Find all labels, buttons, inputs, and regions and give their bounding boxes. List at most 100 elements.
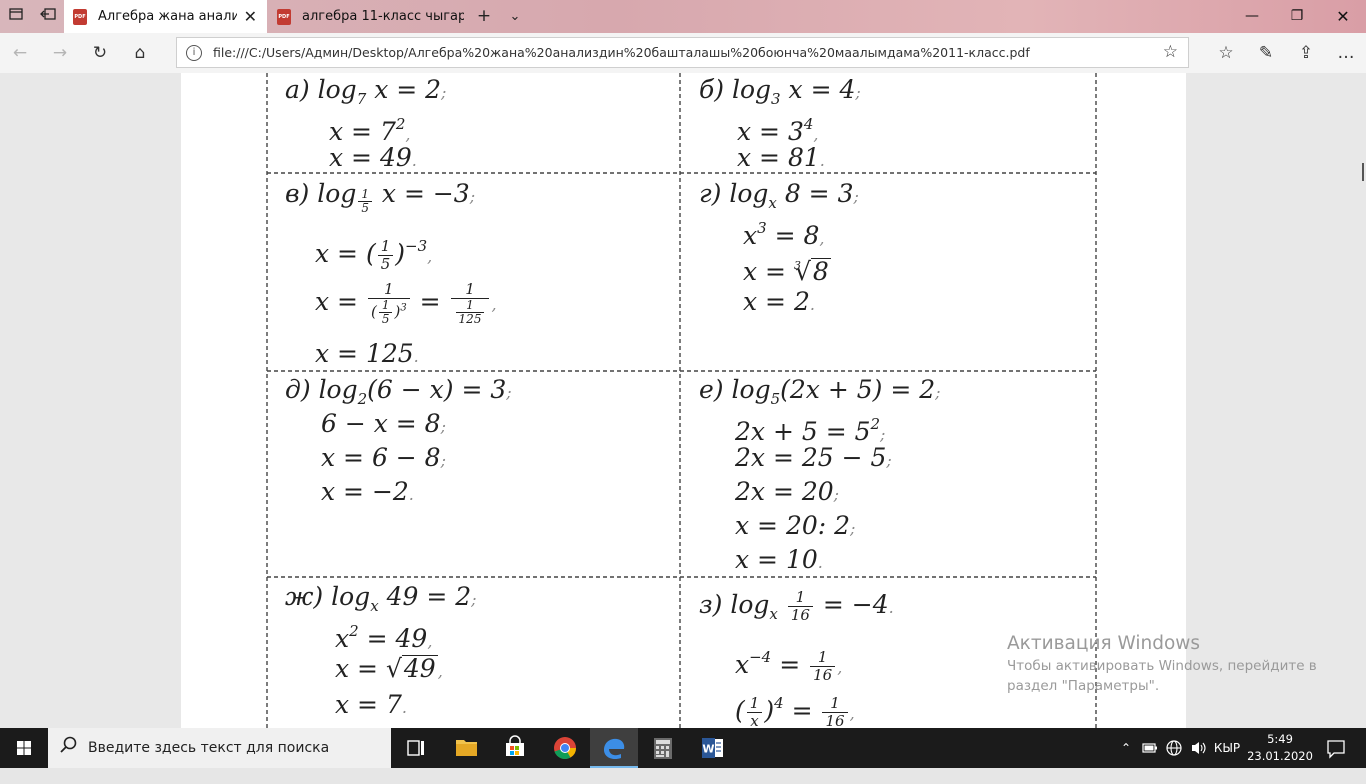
equation: x = −2 [321,477,409,506]
log-text: log [317,179,357,208]
pdf-viewer[interactable]: а) log7 x = 2; x = 72, x = 49. б) log3 x… [0,73,1366,728]
denominator: 125 [458,312,482,326]
fraction: 1 16 [787,589,813,624]
equation: = [791,696,813,725]
punct: ; [440,451,446,470]
tab-strip: PDF Алгебра жана анализ ✕ PDF алгебра 11… [0,0,1366,33]
search-input[interactable]: Введите здесь текст для поиска [48,728,391,768]
volume-icon[interactable] [1188,728,1210,768]
fraction: 1 1 125 [450,281,490,326]
info-icon[interactable]: i [186,45,202,61]
back-icon[interactable]: ← [0,33,40,73]
log-base: x [769,605,778,623]
pdf-page: а) log7 x = 2; x = 72, x = 49. б) log3 x… [181,73,1186,728]
denominator: 5 [361,201,369,215]
chevron-down-icon[interactable]: ⌄ [505,0,525,33]
star-icon[interactable]: ☆ [1163,38,1178,67]
tab-algebra-11-grade[interactable]: PDF алгебра 11-класс чыгарылыш [268,0,466,33]
punct: . [817,553,823,572]
punct: ; [506,383,512,402]
equation: x [743,221,758,250]
more-icon[interactable]: … [1326,33,1366,73]
punct: , [437,662,443,681]
punct: , [427,632,433,651]
notification-icon[interactable] [1318,728,1354,768]
folder-icon[interactable] [442,728,490,768]
close-icon[interactable]: ✕ [244,0,257,33]
favorites-icon[interactable]: ☆ [1206,33,1246,73]
clock-date: 23.01.2020 [1247,749,1313,763]
address-field[interactable]: i file:///C:/Users/Админ/Desktop/Алгебра… [176,37,1189,68]
home-icon[interactable]: ⌂ [120,33,160,73]
cell-label: д) [285,375,311,404]
restore-icon[interactable]: ❐ [1274,0,1320,33]
svg-text:W: W [702,743,714,756]
equation: (6 − x) = 3 [367,375,507,404]
log-base-fraction: 15 [358,188,372,215]
clock[interactable]: 5:49 23.01.2020 [1240,731,1320,765]
equation: x = [315,287,358,316]
pen-icon[interactable]: ✎ [1246,33,1286,73]
close-window-icon[interactable]: ✕ [1320,0,1366,33]
punct: . [408,485,414,504]
taskbar: Введите здесь текст для поиска W ⌃ КЫР 5… [0,728,1366,768]
task-view-icon[interactable] [392,728,440,768]
chrome-icon[interactable] [541,728,589,768]
numerator: 1 [810,649,836,667]
log-base: 3 [771,90,781,108]
tab-list-icon[interactable] [6,7,26,27]
cell-label: ж) [285,582,324,611]
numerator: 1 [378,299,393,313]
forward-icon[interactable]: → [40,33,80,73]
equation: x = 81 [737,143,820,172]
tab-algebra-analysis[interactable]: PDF Алгебра жана анализ ✕ [64,0,267,33]
share-icon[interactable]: ⇪ [1286,33,1326,73]
denominator: 1 125 [451,299,490,326]
radicand: 8 [810,257,831,286]
exponent: 3 [400,302,407,314]
equation: x = 6 − 8 [321,443,441,472]
log-base: x [370,597,379,615]
chevron-up-icon[interactable]: ⌃ [1116,728,1136,768]
log-text: log [729,179,769,208]
punct: . [888,598,894,617]
exponent: 4 [774,694,784,712]
calculator-icon[interactable] [639,728,687,768]
word-icon[interactable]: W [688,728,736,768]
cell-label: г) [699,179,722,208]
battery-icon[interactable] [1140,728,1160,768]
refresh-icon[interactable]: ↻ [80,33,120,73]
paren: ) [764,696,775,725]
denominator: 16 [813,666,833,684]
punct: . [819,151,825,170]
equation: 6 − x = 8 [321,409,441,438]
log-text: log [317,75,357,104]
tab-back-icon[interactable] [38,7,58,27]
windows-icon[interactable] [0,728,48,768]
punct: ; [886,451,892,470]
minimize-icon[interactable]: — [1229,0,1275,33]
tab-title: алгебра 11-класс чыгарылыш [302,9,464,24]
equation: = −4 [822,590,889,619]
equation: x = 4 [788,75,856,104]
equation: (2x + 5) = 2 [780,375,936,404]
denominator: 16 [825,712,845,729]
punct: ; [855,83,861,102]
equation: = 8 [774,221,820,250]
new-tab-icon[interactable]: + [472,0,496,33]
fraction: 1 16 [822,695,848,729]
scrollbar-thumb[interactable] [1362,163,1364,181]
log-base: 2 [357,390,368,408]
equation: 49 = 2 [386,582,472,611]
log-base: 7 [356,90,367,108]
store-icon[interactable] [491,728,539,768]
equation: x = [335,654,378,683]
equation: x = 20: 2 [735,511,851,540]
punct: , [427,247,433,266]
network-icon[interactable] [1163,728,1185,768]
numerator: 1 [450,281,490,299]
punct: ; [853,187,859,206]
edge-icon[interactable] [590,728,638,768]
language-indicator[interactable]: КЫР [1212,728,1242,768]
fraction: 1(1 5)3 [367,281,410,326]
